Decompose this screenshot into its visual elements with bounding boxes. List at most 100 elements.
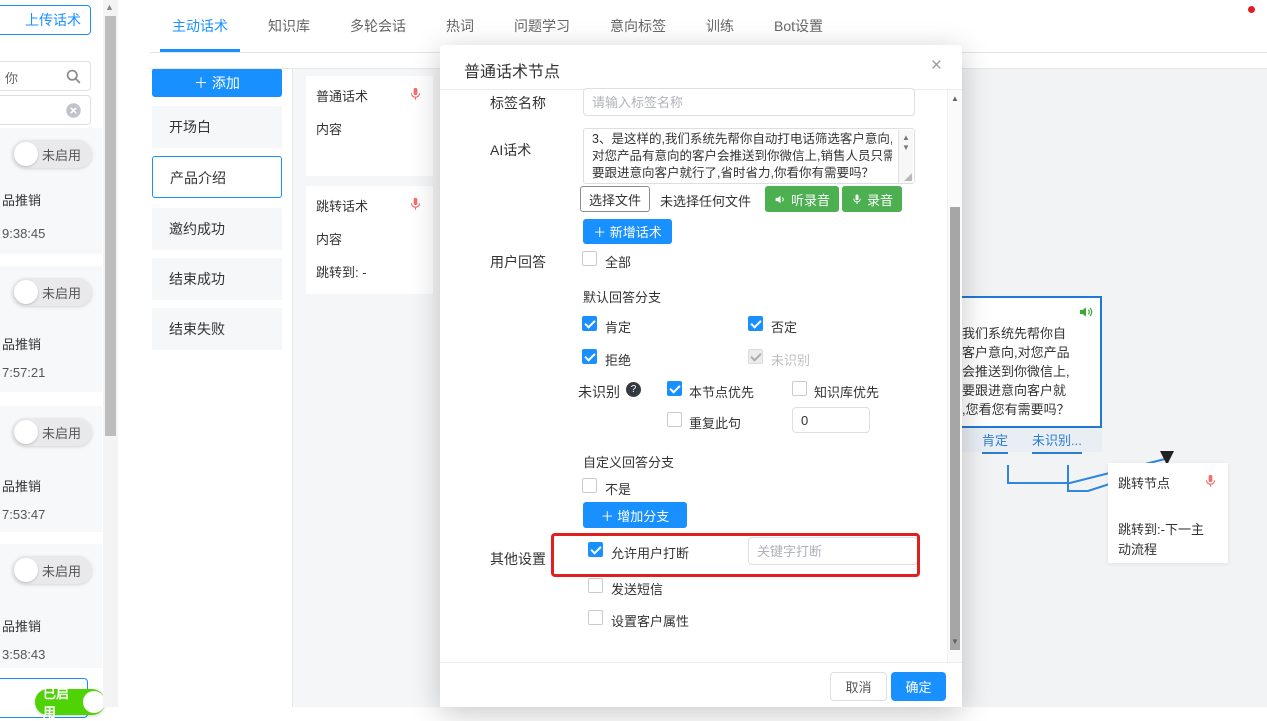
unrecognized-section-label: 未识别	[578, 382, 620, 402]
tab-multi-turn[interactable]: 多轮会话	[350, 16, 406, 36]
repeat-count-input[interactable]	[792, 407, 870, 433]
tab-bot-settings[interactable]: Bot设置	[774, 16, 823, 36]
search-icon[interactable]	[65, 68, 82, 85]
ai-script-textarea[interactable]: 3、是这样的,我们系统先帮你自动打电话筛选客户意向, 对您产品有意向的客户会推送…	[583, 128, 915, 184]
script-name: 品推销	[2, 616, 41, 635]
enable-toggle-off[interactable]: 未启用	[12, 140, 92, 168]
close-icon[interactable]: ×	[931, 56, 942, 75]
choose-file-button[interactable]: 选择文件	[580, 186, 650, 212]
allow-interrupt-checkbox[interactable]	[588, 542, 603, 557]
negative-label: 否定	[771, 317, 797, 336]
stage-item-opening[interactable]: 开场白	[152, 106, 282, 148]
branch-tab-row: 肯定 未识别...	[956, 428, 1102, 452]
no-file-selected-text: 未选择任何文件	[660, 191, 751, 210]
tab-question-learning[interactable]: 问题学习	[514, 16, 570, 36]
cancel-button[interactable]: 取消	[830, 672, 887, 701]
branch-tab-affirm[interactable]: 肯定	[982, 430, 1008, 454]
confirm-button[interactable]: 确定	[891, 672, 946, 701]
jump-script-node-card[interactable]: 跳转话术 内容 跳转到: -	[306, 186, 433, 294]
stage-item-invite-success[interactable]: 邀约成功	[152, 208, 282, 250]
ai-script-label: AI话术	[490, 140, 531, 160]
stage-item-product-intro[interactable]: 产品介绍	[152, 156, 282, 198]
scroll-down-arrow-icon[interactable]: ▼	[951, 637, 959, 646]
node-card-content-label: 内容	[316, 119, 423, 138]
toggle-label: 已启用	[43, 683, 81, 721]
enable-toggle-off[interactable]: 未启用	[12, 418, 92, 446]
tab-training[interactable]: 训练	[706, 16, 734, 36]
script-card[interactable]: 未启用 品推销 9:38:45	[0, 128, 102, 254]
toggle-label: 未启用	[42, 145, 81, 164]
jump-node-target: 跳转到:-下一主动流程	[1118, 520, 1213, 560]
textarea-resize-handle[interactable]	[904, 173, 912, 181]
allow-interrupt-label: 允许用户打断	[611, 543, 689, 562]
set-customer-attr-checkbox[interactable]	[588, 610, 603, 625]
send-sms-checkbox[interactable]	[588, 578, 603, 593]
listen-recording-button[interactable]: 听录音	[765, 186, 839, 212]
not-checkbox[interactable]	[582, 478, 597, 493]
toggle-label: 未启用	[42, 283, 81, 302]
dialog-scrollbar[interactable]: ▲ ▼	[947, 90, 962, 662]
negative-checkbox[interactable]	[748, 316, 763, 331]
flow-canvas[interactable]: 我们系统先帮你自 客户意向,对您产品 会推送到你微信上, 要跟进意向客户就 ,您…	[962, 68, 1267, 707]
repeat-checkbox[interactable]	[667, 412, 682, 427]
clear-icon[interactable]	[65, 102, 82, 119]
node-card-content-label: 内容	[316, 229, 423, 248]
affirm-label: 肯定	[605, 317, 631, 336]
normal-script-node-card[interactable]: 普通话术 内容	[306, 76, 433, 176]
script-name: 品推销	[2, 476, 41, 495]
keyword-interrupt-input[interactable]	[748, 537, 918, 565]
branch-tab-unrecognized[interactable]: 未识别...	[1032, 430, 1082, 454]
kb-first-checkbox[interactable]	[792, 381, 807, 396]
script-time: 7:57:21	[2, 365, 45, 380]
scrollbar-thumb[interactable]	[105, 16, 116, 436]
node-card-title: 跳转话术	[316, 196, 368, 215]
script-card-enabled[interactable]: 已启用	[0, 678, 88, 718]
tab-intent-labels[interactable]: 意向标签	[610, 16, 666, 36]
jump-node-title: 跳转节点	[1118, 473, 1170, 492]
jump-node-card[interactable]: 跳转节点 跳转到:-下一主动流程	[1108, 463, 1228, 563]
stage-item-end-success[interactable]: 结束成功	[152, 258, 282, 300]
add-script-button[interactable]: ＋ 新增话术	[583, 219, 672, 244]
script-card[interactable]: 未启用 品推销 7:57:21	[0, 266, 102, 392]
script-name: 品推销	[2, 334, 41, 353]
dialog-footer: 取消 确定	[440, 662, 962, 707]
speaker-icon[interactable]	[1078, 304, 1094, 320]
enable-toggle-on[interactable]: 已启用	[35, 689, 105, 715]
send-sms-label: 发送短信	[611, 579, 663, 598]
stage-item-end-fail[interactable]: 结束失败	[152, 308, 282, 350]
tab-main-script[interactable]: 主动话术	[172, 16, 228, 36]
stage-menu-panel: ＋ 添加 开场白 产品介绍 邀约成功 结束成功 结束失败	[118, 55, 292, 707]
scroll-up-arrow-icon[interactable]: ▲	[105, 2, 114, 12]
node-first-label: 本节点优先	[689, 382, 754, 401]
page-scrollbar[interactable]: ▲	[103, 0, 118, 707]
dialog-header: 普通话术节点 ×	[440, 45, 962, 90]
record-button[interactable]: 录音	[842, 186, 902, 212]
filter-input[interactable]	[0, 95, 91, 125]
tab-hot-words[interactable]: 热词	[446, 16, 474, 36]
scroll-up-arrow-icon[interactable]: ▲	[951, 94, 959, 103]
flow-script-node[interactable]: 我们系统先帮你自 客户意向,对您产品 会推送到你微信上, 要跟进意向客户就 ,您…	[956, 296, 1102, 428]
script-time: 9:38:45	[2, 226, 45, 241]
enable-toggle-off[interactable]: 未启用	[12, 556, 92, 584]
script-card[interactable]: 未启用 品推销 7:53:47	[0, 406, 102, 532]
affirm-checkbox[interactable]	[582, 316, 597, 331]
toggle-label: 未启用	[42, 423, 81, 442]
unrecognized-label-disabled: 未识别	[771, 350, 810, 369]
refuse-label: 拒绝	[605, 350, 631, 369]
enable-toggle-off[interactable]: 未启用	[12, 278, 92, 306]
scrollbar-thumb[interactable]	[950, 207, 960, 650]
custom-branch-title: 自定义回答分支	[583, 452, 674, 471]
refuse-checkbox[interactable]	[582, 349, 597, 364]
tag-name-input[interactable]	[583, 88, 915, 116]
tab-knowledge-base[interactable]: 知识库	[268, 16, 310, 36]
help-icon[interactable]: ?	[626, 382, 641, 397]
microphone-icon	[851, 193, 863, 205]
upload-script-button[interactable]: 上传话术	[0, 5, 91, 35]
all-checkbox[interactable]	[582, 251, 597, 266]
script-card[interactable]: 未启用 品推销 3:58:43	[0, 544, 102, 668]
script-name: 品推销	[2, 190, 41, 209]
add-stage-button[interactable]: ＋ 添加	[152, 68, 282, 97]
node-first-checkbox[interactable]	[667, 381, 682, 396]
search-input[interactable]: 你	[0, 61, 91, 91]
add-branch-button[interactable]: ＋ 增加分支	[583, 502, 687, 528]
